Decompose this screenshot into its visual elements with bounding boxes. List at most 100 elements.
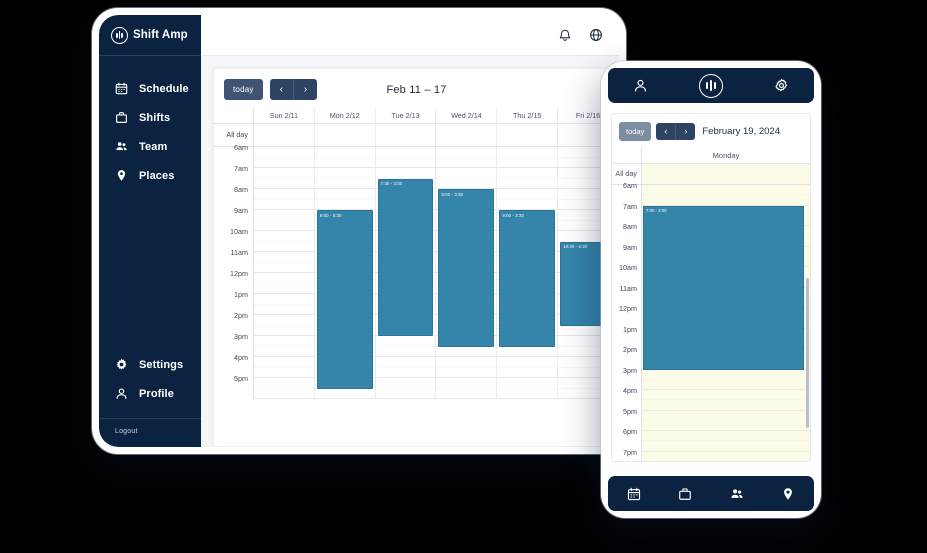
tablet-next-period-button[interactable]: › [675, 122, 695, 141]
time-label: 9am [623, 242, 637, 252]
gear-icon[interactable] [774, 78, 789, 93]
tablet-prev-period-button[interactable]: ‹ [656, 123, 675, 141]
day-header-mon[interactable]: Mon 2/12 [314, 108, 376, 124]
time-label: 10am [230, 227, 248, 236]
sidebar-item-label: Schedule [139, 82, 189, 95]
sidebar-item-places[interactable]: Places [99, 161, 201, 190]
briefcase-icon[interactable] [678, 487, 692, 501]
sidebar-item-profile[interactable]: Profile [99, 379, 201, 408]
gear-icon [115, 358, 128, 371]
logout-link[interactable]: Logout [99, 418, 201, 443]
person-icon[interactable] [633, 78, 648, 93]
tablet-time-body: 6am 7am 8am 9am 10am 11am 12pm 1pm 2pm 3… [612, 181, 810, 461]
day-column-tue[interactable]: 7:30 - 3:00 [375, 147, 437, 399]
calendar-time-body: 6am 7am 8am 9am 10am 11am 12pm 1pm 2pm 3… [214, 143, 619, 399]
calendar-card: today ‹ › Feb 11 – 17 Sun 2/11 Mon 2/12 … [213, 68, 619, 447]
calendar-icon[interactable] [627, 487, 641, 501]
briefcase-icon [115, 111, 128, 124]
location-pin-icon[interactable] [781, 487, 795, 501]
sidebar: Shift Amp Schedule Shifts Team Places Se… [99, 15, 201, 447]
tablet-all-day-cell[interactable] [642, 164, 810, 184]
time-label: 4pm [623, 386, 637, 395]
sidebar-bottom-nav: Settings Profile Logout [99, 350, 201, 447]
day-header-thu[interactable]: Thu 2/15 [497, 108, 559, 124]
time-label: 9am [234, 206, 248, 215]
calendar-toolbar: today ‹ › Feb 11 – 17 [214, 69, 619, 108]
shift-event[interactable]: 7:30 - 3:00 [377, 178, 434, 336]
time-label: 2pm [623, 345, 637, 354]
tablet-day-header[interactable]: Monday [642, 148, 810, 163]
tablet-calendar-nav-group: ‹ › [656, 122, 696, 141]
vertical-scrollbar[interactable] [806, 278, 809, 428]
next-period-button[interactable]: › [292, 79, 317, 100]
tablet-calendar-toolbar: today ‹ › February 19, 2024 [612, 114, 810, 148]
time-label: 5pm [234, 374, 248, 383]
day-column-wed[interactable]: 8:00 - 3:30 [436, 147, 498, 399]
day-column-thu[interactable]: 9:00 - 3:30 [497, 147, 559, 399]
sidebar-item-team[interactable]: Team [99, 132, 201, 161]
location-pin-icon [115, 169, 128, 182]
sidebar-item-label: Profile [139, 387, 174, 400]
all-day-cell[interactable] [436, 124, 498, 146]
all-day-row: All day [214, 124, 619, 147]
time-label: 11am [230, 248, 248, 257]
tablet-day-column-monday[interactable]: 7:00 - 3:00 [642, 185, 810, 461]
shift-event[interactable]: 8:00 - 3:30 [438, 189, 495, 347]
bell-icon[interactable] [558, 28, 572, 42]
tablet-calendar-title: February 19, 2024 [702, 126, 780, 137]
desktop-app-window: Shift Amp Schedule Shifts Team Places Se… [99, 15, 619, 447]
all-day-cell[interactable] [376, 124, 437, 146]
people-icon[interactable] [730, 487, 744, 501]
day-header-wed[interactable]: Wed 2/14 [436, 108, 498, 124]
tablet-calendar-grid: Monday All day 6am 7am 8am 9am 10am 11am… [612, 148, 810, 461]
tablet-today-button[interactable]: today [619, 122, 652, 141]
time-label: 8am [623, 222, 637, 231]
time-label: 6am [234, 143, 248, 152]
tablet-day-header-row: Monday [612, 148, 810, 164]
prev-period-button[interactable]: ‹ [270, 79, 293, 100]
tablet-time-axis: 6am 7am 8am 9am 10am 11am 12pm 1pm 2pm 3… [612, 181, 642, 461]
day-header-sun[interactable]: Sun 2/11 [254, 108, 315, 124]
sidebar-nav: Schedule Shifts Team Places [99, 56, 201, 190]
time-label: 12pm [230, 269, 248, 278]
time-label: 5pm [623, 406, 637, 416]
app-brand: Shift Amp [99, 15, 201, 56]
time-axis: 6am 7am 8am 9am 10am 11am 12pm 1pm 2pm 3… [214, 143, 254, 399]
sidebar-item-schedule[interactable]: Schedule [99, 74, 201, 103]
shift-event[interactable]: 9:00 - 5:30 [316, 210, 373, 389]
time-label: 6am [623, 181, 637, 190]
tablet-all-day-row: All day [612, 164, 810, 185]
person-icon [115, 387, 128, 400]
all-day-cell[interactable] [254, 124, 315, 146]
tablet-shift-event[interactable]: 7:00 - 3:00 [643, 205, 804, 370]
sidebar-item-label: Places [139, 169, 175, 182]
calendar-icon [115, 82, 128, 95]
day-column-mon[interactable]: 9:00 - 5:30 [314, 147, 376, 399]
time-label: 7am [623, 201, 637, 211]
day-header-tue[interactable]: Tue 2/13 [375, 108, 437, 124]
desktop-app-mockup: Shift Amp Schedule Shifts Team Places Se… [92, 8, 626, 454]
sidebar-item-label: Shifts [139, 111, 171, 124]
today-button[interactable]: today [224, 79, 263, 100]
calendar-grid: Sun 2/11 Mon 2/12 Tue 2/13 Wed 2/14 Thu … [214, 108, 619, 446]
time-label: 1pm [623, 324, 637, 334]
sidebar-item-settings[interactable]: Settings [99, 350, 201, 379]
all-day-cell[interactable] [497, 124, 559, 146]
globe-icon[interactable] [589, 28, 603, 42]
day-column-sun[interactable] [254, 147, 315, 399]
time-label: 10am [619, 263, 637, 272]
tablet-device-mockup: today ‹ › February 19, 2024 Monday All d… [601, 61, 821, 518]
shift-event[interactable]: 9:00 - 3:30 [499, 210, 556, 347]
time-label: 3pm [623, 365, 637, 375]
tablet-corner-cell [612, 148, 642, 163]
all-day-cell[interactable] [315, 124, 376, 146]
sidebar-item-label: Settings [139, 358, 184, 371]
time-label: 11am [619, 283, 637, 293]
top-bar [201, 15, 619, 56]
time-label: 6pm [623, 427, 637, 436]
tablet-top-bar [608, 68, 814, 103]
corner-cell [214, 108, 254, 124]
sidebar-item-shifts[interactable]: Shifts [99, 103, 201, 132]
app-logo-icon[interactable] [698, 73, 723, 98]
time-label: 3pm [234, 332, 248, 341]
